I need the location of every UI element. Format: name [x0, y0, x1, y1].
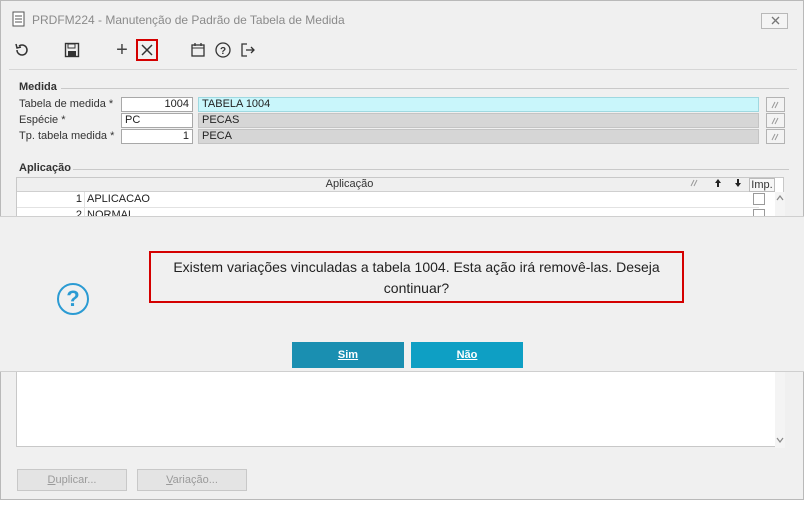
add-button[interactable]: +	[111, 39, 133, 61]
medida-separator	[61, 88, 789, 89]
chevron-down-icon	[776, 437, 784, 443]
lookup-icon	[771, 101, 778, 108]
tabela-medida-input[interactable]: 1004	[121, 97, 193, 112]
title-bar: PRDFM224 - Manutenção de Padrão de Tabel…	[1, 1, 803, 39]
exit-icon	[241, 43, 255, 57]
svg-text:?: ?	[220, 46, 226, 57]
tabela-medida-description: TABELA 1004	[198, 97, 759, 112]
document-icon	[12, 11, 26, 30]
calendar-icon	[191, 43, 205, 57]
no-button[interactable]: Não	[411, 342, 523, 368]
save-button[interactable]	[61, 39, 83, 61]
save-icon	[64, 42, 80, 58]
arrow-down-icon	[735, 179, 741, 187]
lookup-icon	[771, 133, 778, 140]
help-icon: ?	[215, 42, 231, 58]
refresh-icon	[15, 43, 28, 56]
chevron-up-icon	[776, 195, 784, 201]
especie-input[interactable]: PC	[121, 113, 193, 128]
especie-label: Espécie *	[19, 114, 66, 126]
variacao-label: ariação...	[172, 474, 218, 486]
especie-description: PECAS	[198, 113, 759, 128]
medida-group-label: Medida	[19, 81, 57, 93]
confirmation-dialog: ? Existem variações vinculadas a tabela …	[0, 216, 804, 372]
dialog-message: Existem variações vinculadas a tabela 10…	[149, 251, 684, 303]
delete-icon	[141, 44, 153, 56]
column-filter-button[interactable]	[685, 178, 705, 192]
tp-tabela-medida-label: Tp. tabela medida *	[19, 130, 115, 142]
refresh-button[interactable]	[11, 39, 33, 61]
aplicacao-separator	[73, 169, 789, 170]
calendar-button[interactable]	[187, 39, 209, 61]
delete-button[interactable]	[136, 39, 158, 61]
window-title: PRDFM224 - Manutenção de Padrão de Tabel…	[32, 13, 345, 27]
tp-tabela-medida-description: PECA	[198, 129, 759, 144]
sort-down-button[interactable]	[729, 178, 747, 192]
yes-button[interactable]: Sim	[292, 342, 404, 368]
tp-tabela-medida-lookup-button[interactable]	[766, 129, 785, 144]
arrow-up-icon	[715, 179, 721, 187]
dialog-message-line2: continuar?	[383, 280, 450, 296]
row-text: APLICACAO	[87, 193, 150, 205]
sort-up-button[interactable]	[709, 178, 727, 192]
grid-header: Aplicação Imp.	[17, 178, 775, 192]
dialog-message-line1: Existem variações vinculadas a tabela 10…	[173, 259, 660, 275]
question-icon: ?	[57, 283, 89, 315]
tabela-medida-lookup-button[interactable]	[766, 97, 785, 112]
aplicacao-group-label: Aplicação	[19, 162, 71, 174]
row-number: 1	[17, 192, 85, 208]
table-row[interactable]: 1 APLICACAO	[17, 192, 759, 208]
column-header-imp[interactable]: Imp.	[749, 178, 775, 192]
variacao-button[interactable]: Variação...	[137, 469, 247, 491]
plus-icon: +	[116, 38, 128, 61]
column-header-aplicacao[interactable]: Aplicação	[17, 178, 682, 192]
exit-button[interactable]	[237, 39, 259, 61]
tabela-medida-label: Tabela de medida *	[19, 98, 114, 110]
filter-icon	[690, 179, 698, 187]
help-button[interactable]: ?	[212, 39, 234, 61]
tp-tabela-medida-input[interactable]: 1	[121, 129, 193, 144]
window-close-button[interactable]	[761, 13, 788, 29]
especie-lookup-button[interactable]	[766, 113, 785, 128]
duplicar-button[interactable]: Duplicar...	[17, 469, 127, 491]
close-icon	[771, 16, 780, 25]
imp-checkbox[interactable]	[753, 193, 765, 205]
toolbar: + ?	[1, 39, 803, 63]
lookup-icon	[771, 117, 778, 124]
duplicar-label: uplicar...	[55, 474, 97, 486]
